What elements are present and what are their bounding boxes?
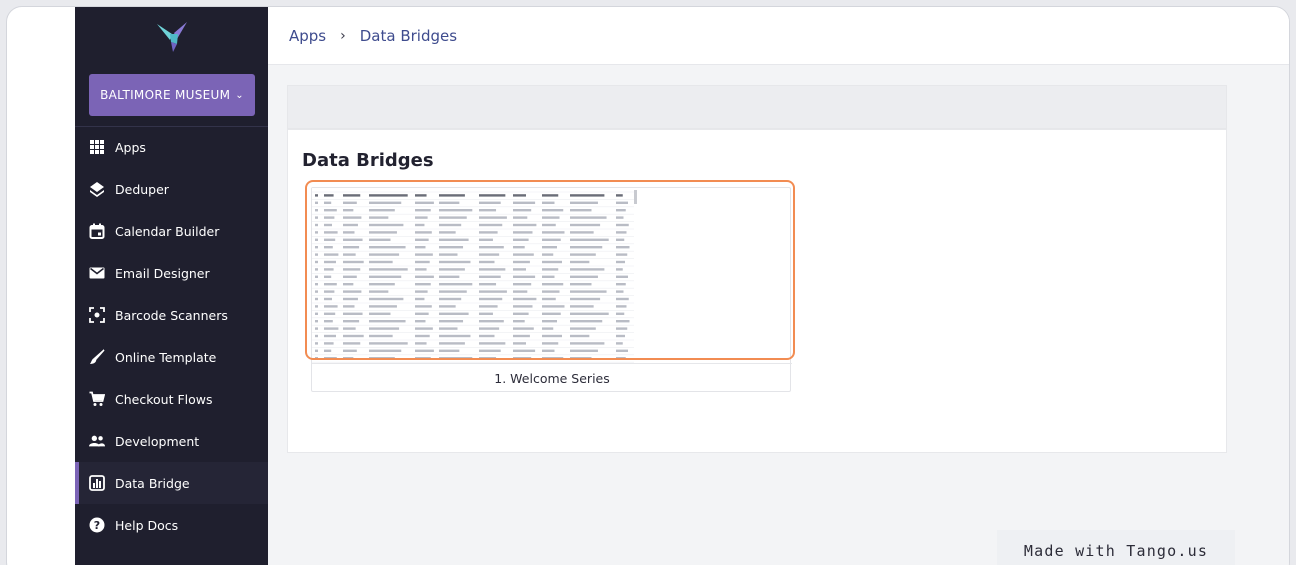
- sidebar-item-data-bridge[interactable]: Data Bridge: [75, 462, 268, 504]
- breadcrumb-current: Data Bridges: [359, 26, 458, 45]
- card-caption: 1. Welcome Series: [312, 363, 792, 393]
- bar-chart-icon: [89, 475, 105, 491]
- sidebar-item-label: Checkout Flows: [115, 391, 213, 407]
- sidebar-item-apps[interactable]: Apps: [75, 126, 268, 168]
- sidebar-item-online-template[interactable]: Online Template: [75, 336, 268, 378]
- main-content: Data Bridges 1. Welcome Series: [268, 65, 1289, 565]
- sidebar-item-label: Data Bridge: [115, 475, 190, 491]
- grid-icon: [89, 139, 105, 155]
- breadcrumb: Apps › Data Bridges: [268, 7, 1289, 65]
- step-highlight: [305, 180, 795, 360]
- breadcrumb-apps-link[interactable]: Apps: [289, 27, 326, 45]
- sidebar-item-label: Help Docs: [115, 517, 179, 533]
- sidebar-nav: Apps Deduper Calendar Builder Email Desi…: [75, 126, 268, 565]
- sidebar-item-label: Online Template: [115, 349, 217, 365]
- organization-name: BALTIMORE MUSEUM: [100, 88, 231, 102]
- page-title: Data Bridges: [302, 150, 434, 171]
- sidebar-item-label: Apps: [115, 139, 146, 155]
- app-window: BALTIMORE MUSEUM ⌄ Apps Deduper Calendar…: [6, 6, 1290, 565]
- organization-selector[interactable]: BALTIMORE MUSEUM ⌄: [89, 74, 255, 116]
- sidebar-item-help-docs[interactable]: ? Help Docs: [75, 504, 268, 546]
- help-icon: ?: [89, 517, 105, 533]
- brush-icon: [89, 349, 105, 365]
- chevron-down-icon: ⌄: [235, 90, 244, 101]
- sidebar-item-calendar-builder[interactable]: Calendar Builder: [75, 210, 268, 252]
- sidebar-item-email-designer[interactable]: Email Designer: [75, 252, 268, 294]
- hummingbird-logo-icon: [157, 22, 187, 52]
- sidebar-item-development[interactable]: Development: [75, 420, 268, 462]
- sidebar: BALTIMORE MUSEUM ⌄ Apps Deduper Calendar…: [75, 7, 268, 565]
- sidebar-item-deduper[interactable]: Deduper: [75, 168, 268, 210]
- layers-icon: [89, 181, 105, 197]
- data-bridges-panel: Data Bridges 1. Welcome Series: [287, 129, 1227, 453]
- sidebar-item-label: Deduper: [115, 181, 169, 197]
- people-icon: [89, 433, 105, 449]
- cart-icon: [89, 391, 105, 407]
- sidebar-item-label: Barcode Scanners: [115, 307, 228, 323]
- chevron-right-icon: ›: [340, 27, 346, 44]
- sidebar-item-label: Calendar Builder: [115, 223, 220, 239]
- tango-watermark: Made with Tango.us: [997, 530, 1235, 565]
- sidebar-item-label: Email Designer: [115, 265, 210, 281]
- sidebar-item-partial[interactable]: [75, 546, 268, 565]
- sidebar-item-label: Development: [115, 433, 200, 449]
- sidebar-item-checkout-flows[interactable]: Checkout Flows: [75, 378, 268, 420]
- mail-icon: [89, 265, 105, 281]
- toolbar-strip: [287, 85, 1227, 129]
- sidebar-item-barcode-scanners[interactable]: Barcode Scanners: [75, 294, 268, 336]
- more-icon: [89, 559, 105, 565]
- calendar-icon: [89, 223, 105, 239]
- svg-text:?: ?: [94, 519, 100, 532]
- scan-icon: [89, 307, 105, 323]
